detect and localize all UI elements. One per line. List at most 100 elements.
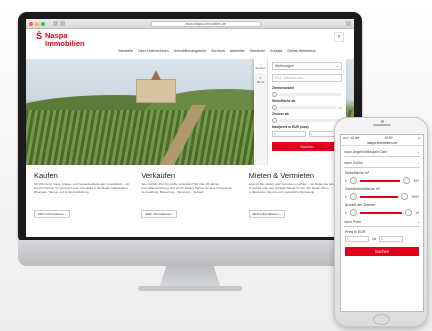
property-type-value: Wohnungen bbox=[275, 64, 294, 68]
range-min: 0 bbox=[345, 178, 347, 183]
search-button[interactable]: Suchen bbox=[272, 142, 342, 151]
price-inputs: 0 bis 0 bbox=[345, 236, 419, 242]
range-max: 300 bbox=[413, 178, 419, 183]
castle-illustration bbox=[136, 79, 176, 103]
mobile-address-bar[interactable]: naspa-immobilien.de bbox=[341, 141, 423, 146]
card-kaufen: Kaufen Ob Wohnung, Haus, Anlage- und Gew… bbox=[34, 171, 131, 220]
back-icon[interactable] bbox=[53, 21, 58, 26]
plot-label: Grundstücksfläche m² bbox=[345, 187, 380, 191]
area-slider[interactable]: m² bbox=[272, 105, 342, 110]
imac-stand bbox=[159, 266, 221, 288]
speaker-grille bbox=[373, 124, 391, 126]
plot-range-slider[interactable]: 0 3500 bbox=[345, 193, 419, 200]
card-title: Kaufen bbox=[34, 171, 58, 180]
slider-track bbox=[279, 106, 337, 109]
imac-mockup: www.naspa-immobilien.de Ṡ Naspa Immobili… bbox=[18, 12, 362, 291]
slider-handle[interactable] bbox=[403, 177, 411, 184]
phone-mockup: ••••○ o2-de 19:00 ▭ naspa-immobilien.de … bbox=[334, 117, 428, 327]
price-from-input[interactable]: 0 bbox=[345, 236, 369, 242]
slider-handle[interactable] bbox=[349, 177, 357, 184]
card-text: Sie möchten Ihre Immobilie verkaufen? Mi… bbox=[141, 182, 233, 194]
area-range-slider[interactable]: 0 300 bbox=[345, 177, 419, 184]
chevron-down-icon: ⌄ bbox=[416, 150, 420, 154]
close-dot-icon[interactable] bbox=[29, 21, 33, 26]
slider-handle[interactable] bbox=[272, 92, 277, 97]
chevron-down-icon: ⌄ bbox=[336, 64, 339, 68]
zoom-dot-icon[interactable] bbox=[41, 21, 45, 26]
price-select[interactable]: nach Preis ⌄ bbox=[344, 220, 420, 227]
tab-menu[interactable]: ≡ Menü bbox=[254, 73, 267, 87]
forward-icon[interactable] bbox=[60, 21, 65, 26]
site-header: Ṡ Naspa Immobilien ⌕ Startseite Über Unt… bbox=[26, 29, 354, 59]
price-min-input[interactable]: 0 bbox=[272, 131, 306, 137]
size-select-value: nach Größe bbox=[344, 161, 363, 165]
imac-chin bbox=[18, 240, 362, 266]
nav-item-angebote[interactable]: Immobilienangebote bbox=[174, 49, 206, 53]
place-input[interactable]: PLZ, Ortname etc. bbox=[272, 74, 342, 82]
tab-search-label: Suchen bbox=[255, 66, 266, 70]
more-info-button[interactable]: Mehr Informationen › bbox=[34, 210, 70, 218]
slider-track bbox=[279, 93, 342, 96]
area-label: Wohnfläche m² bbox=[345, 171, 370, 175]
range-max: 3500 bbox=[411, 194, 419, 199]
tab-search[interactable]: ⌂ Suchen bbox=[254, 59, 267, 73]
slider-handle[interactable] bbox=[349, 193, 357, 200]
nav-item-services[interactable]: Services bbox=[211, 49, 225, 53]
chevron-down-icon: ⌄ bbox=[416, 220, 420, 224]
nav-item-aktuelles[interactable]: Aktuelles bbox=[230, 49, 245, 53]
imac-foot bbox=[138, 286, 242, 291]
phone-screen: ••••○ o2-de 19:00 ▭ naspa-immobilien.de … bbox=[340, 134, 424, 312]
slider-track bbox=[279, 119, 342, 122]
share-icon[interactable] bbox=[346, 21, 351, 26]
browser-toolbar: www.naspa-immobilien.de bbox=[26, 19, 354, 29]
sparkasse-s-icon: Ṡ bbox=[36, 31, 43, 41]
panel-tabs: ⌂ Suchen ≡ Menü bbox=[254, 59, 268, 165]
card-text: Ob Wohnung, Haus, Anlage- und Gewerbeobj… bbox=[34, 182, 130, 194]
nav-item-unternehmen[interactable]: Über Unternehmen bbox=[138, 49, 169, 53]
nav-item-standorte[interactable]: Standorte bbox=[250, 49, 266, 53]
range-min: 0 bbox=[345, 210, 347, 215]
sort-select[interactable]: nach Angebot/Baujahr/Jahr ⌄ bbox=[344, 150, 420, 157]
camera-icon bbox=[381, 120, 384, 123]
price-inputs: 0 0 bbox=[272, 131, 342, 137]
slider-handle[interactable] bbox=[405, 209, 413, 216]
nav-item-kontakt[interactable]: Kontakt bbox=[270, 49, 282, 53]
place-placeholder: PLZ, Ortname etc. bbox=[275, 76, 304, 80]
address-bar[interactable]: www.naspa-immobilien.de bbox=[150, 20, 261, 27]
more-info-button[interactable]: Mehr Informationen › bbox=[141, 210, 178, 218]
slider-track bbox=[359, 211, 403, 214]
area-unit: m² bbox=[338, 105, 343, 110]
battery-icon: ▭ bbox=[417, 136, 421, 140]
more-info-button[interactable]: Mehr Informationen › bbox=[248, 210, 285, 218]
rooms-label: Anzahl der Zimmer bbox=[345, 203, 376, 207]
price-label: Preis in EUR bbox=[345, 230, 366, 234]
nav-item-wertcheck[interactable]: Online-Wertcheck bbox=[287, 49, 316, 53]
naspa-logo[interactable]: Ṡ Naspa Immobilien bbox=[36, 32, 85, 48]
price-to-input[interactable]: 0 bbox=[379, 236, 404, 242]
rooms-range-slider[interactable]: 0 15 bbox=[345, 209, 419, 216]
mobile-search-button[interactable]: Suchen bbox=[345, 247, 419, 256]
slider-handle[interactable] bbox=[349, 209, 357, 216]
property-type-select[interactable]: Wohnungen ⌄ bbox=[272, 62, 342, 70]
minimize-dot-icon[interactable] bbox=[35, 21, 39, 26]
card-title: Verkaufen bbox=[141, 171, 176, 180]
nav-item-startseite[interactable]: Startseite bbox=[118, 49, 133, 53]
slider-handle[interactable] bbox=[401, 193, 409, 200]
area-label: Wohnfläche ab bbox=[272, 99, 296, 103]
rooms-label: Zimmeranzahl bbox=[272, 86, 295, 90]
card-title: Mieten & Vermieten bbox=[248, 171, 315, 180]
search-icon[interactable]: ⌕ bbox=[334, 32, 344, 42]
logo-line2: Immobilien bbox=[45, 39, 85, 48]
chevron-down-icon: ⌄ bbox=[416, 161, 420, 165]
slider-handle[interactable] bbox=[272, 118, 277, 123]
slider-handle[interactable] bbox=[272, 105, 277, 110]
card-verkaufen: Verkaufen Sie möchten Ihre Immobilie ver… bbox=[141, 171, 238, 220]
size-select[interactable]: nach Größe ⌄ bbox=[344, 161, 420, 168]
card-mieten: Mieten & Vermieten Egal ob Sie mieten od… bbox=[248, 171, 346, 220]
desktop-screen: www.naspa-immobilien.de Ṡ Naspa Immobili… bbox=[26, 19, 354, 237]
main-nav: Startseite Über Unternehmen Immobilienan… bbox=[118, 49, 316, 53]
home-button[interactable] bbox=[373, 314, 390, 325]
slider-track bbox=[359, 195, 399, 198]
rooms-min-slider[interactable] bbox=[272, 118, 342, 123]
rooms-slider[interactable] bbox=[272, 92, 342, 97]
